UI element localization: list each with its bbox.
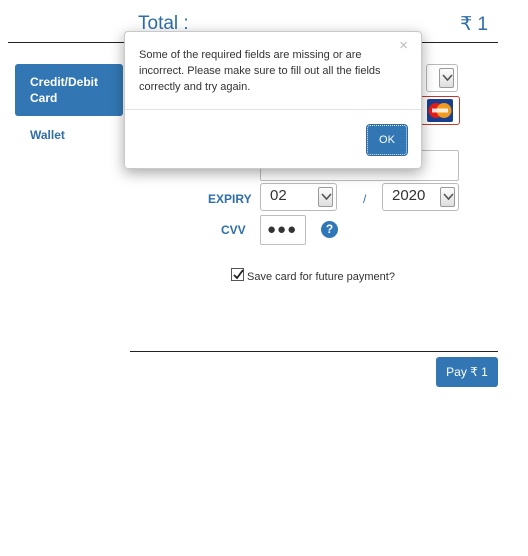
sidebar-item-credit-debit-card[interactable]: Credit/Debit Card	[15, 64, 123, 116]
modal-message: Some of the required fields are missing …	[139, 49, 381, 93]
expiry-year-value: 2020	[392, 187, 426, 204]
help-icon[interactable]: ?	[321, 221, 338, 238]
save-card-checkbox[interactable]	[231, 268, 244, 281]
checkmark-icon	[233, 269, 244, 280]
close-icon[interactable]: ×	[399, 37, 408, 54]
card-brand-option[interactable]	[420, 96, 460, 125]
footer-divider	[130, 351, 498, 352]
modal-divider	[125, 109, 421, 110]
expiry-label: EXPIRY	[208, 192, 252, 206]
error-modal: × Some of the required fields are missin…	[124, 31, 422, 169]
expiry-year-select[interactable]: 2020	[382, 183, 459, 211]
chevron-down-icon	[318, 187, 333, 207]
pay-button[interactable]: Pay ₹ 1	[436, 357, 498, 387]
sidebar-item-wallet[interactable]: Wallet	[30, 128, 65, 142]
chevron-down-icon	[440, 187, 455, 207]
chevron-down-icon	[439, 68, 454, 88]
save-card-label[interactable]: Save card for future payment?	[247, 271, 395, 283]
cvv-input[interactable]: ●●●	[260, 215, 306, 245]
ok-button[interactable]: OK	[366, 124, 408, 156]
total-amount: ₹ 1	[460, 14, 488, 35]
cvv-label: CVV	[221, 223, 246, 237]
card-type-select[interactable]	[426, 64, 458, 92]
expiry-separator: /	[363, 192, 367, 206]
expiry-month-value: 02	[270, 187, 287, 204]
mastercard-icon	[427, 99, 453, 122]
expiry-month-select[interactable]: 02	[260, 183, 337, 211]
